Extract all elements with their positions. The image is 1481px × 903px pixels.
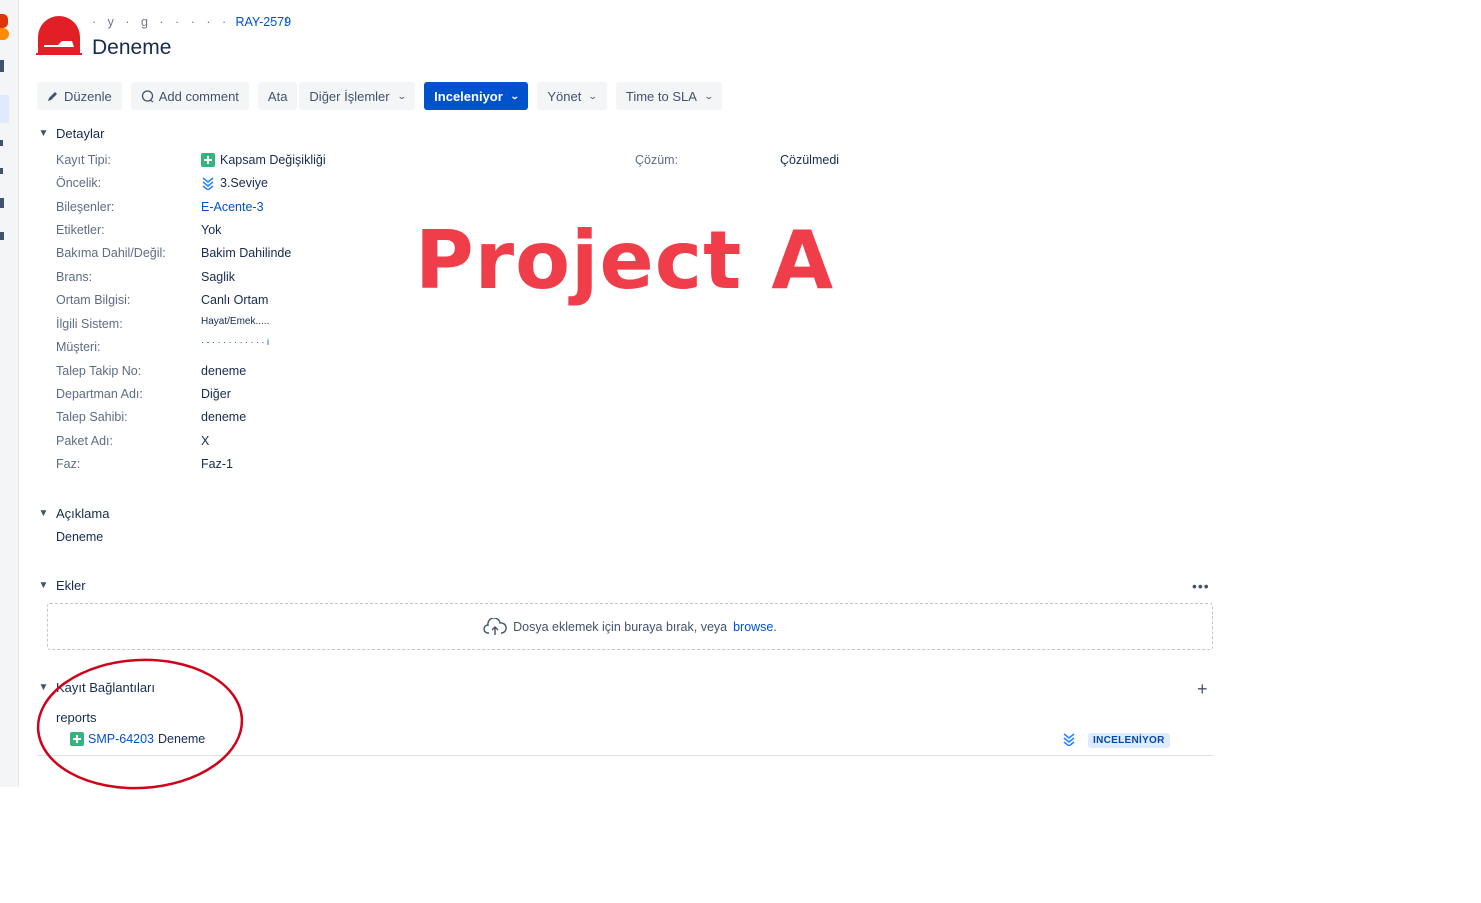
field-label: Talep Takip No: <box>56 364 142 378</box>
chevron-down-icon: ▼ <box>38 580 49 591</box>
chevron-down-icon: ⌄ <box>588 90 599 101</box>
field-label: Departman Adı: <box>56 387 143 401</box>
field-value-redacted: Hayat/Emek..... <box>201 316 270 327</box>
resolution-value: Çözülmedi <box>780 153 840 167</box>
field-row: Faz: Faz-1 <box>56 457 656 479</box>
field-value: Bakim Dahilinde <box>201 246 292 260</box>
field-value: deneme <box>201 410 247 424</box>
resolution-label: Çözüm: <box>635 153 679 167</box>
dropzone-period: . <box>773 619 777 634</box>
sidebar-nav-icon[interactable] <box>0 232 4 240</box>
description-section-toggle[interactable]: ▼ Açıklama <box>37 506 110 521</box>
priority-lowest-icon <box>1063 733 1075 746</box>
status-button[interactable]: Inceleniyor ⌄ <box>424 82 529 110</box>
browse-link[interactable]: browse <box>733 620 773 634</box>
sidebar-active-item[interactable] <box>0 95 9 123</box>
sidebar-nav-icon[interactable] <box>0 140 3 146</box>
time-to-sla-button[interactable]: Time to SLA ⌄ <box>615 82 723 110</box>
app-logo-icon[interactable] <box>0 14 8 28</box>
breadcrumb-issue-key[interactable]: RAY-2579 <box>235 15 291 29</box>
add-link-icon[interactable]: + <box>1197 679 1208 700</box>
chevron-down-icon: ⌄ <box>703 90 714 101</box>
description-text[interactable]: Deneme <box>56 530 103 544</box>
field-value-issue-type: Kapsam Değişikliği <box>201 153 326 167</box>
priority-text: 3.Seviye <box>220 176 268 190</box>
story-plus-icon <box>201 153 215 167</box>
field-label: Ortam Bilgisi: <box>56 293 131 307</box>
attachments-section-title: Ekler <box>56 578 86 593</box>
breadcrumb-project[interactable]: · y · g · · · · · · · · / <box>92 15 288 29</box>
field-label: Bileşenler: <box>56 200 115 214</box>
dropzone-text: Dosya eklemek için buraya bırak, veya <box>513 619 728 634</box>
field-value: Faz-1 <box>201 457 233 471</box>
description-section-title: Açıklama <box>56 506 110 521</box>
sidebar-nav-icon[interactable] <box>0 60 4 72</box>
field-value: X <box>201 434 210 448</box>
field-label: Öncelik: <box>56 176 102 190</box>
admin-button[interactable]: Yönet ⌄ <box>537 82 607 110</box>
component-link[interactable]: E-Acente-3 <box>201 200 264 214</box>
chevron-down-icon: ▼ <box>38 128 49 139</box>
field-row: Müşteri: · - · · · · · · · · · · i <box>56 337 656 362</box>
add-comment-button[interactable]: Add comment <box>130 82 249 110</box>
edit-button[interactable]: Düzenle <box>37 82 122 110</box>
issue-title[interactable]: Deneme <box>92 36 171 60</box>
chevron-down-icon: ⌄ <box>396 90 407 101</box>
chevron-down-icon: ⌄ <box>509 90 520 101</box>
field-row: Öncelik: 3.Seviye <box>56 176 656 198</box>
field-label: Paket Adı: <box>56 434 113 448</box>
add-comment-label: Add comment <box>158 88 239 104</box>
field-label: Etiketler: <box>56 223 105 237</box>
more-actions-button[interactable]: Diğer İşlemler ⌄ <box>299 82 416 110</box>
field-label: Müşteri: <box>56 340 101 354</box>
field-row: İlgili Sistem: Hayat/Emek..... <box>56 316 656 339</box>
field-label: Talep Sahibi: <box>56 410 128 424</box>
field-value: Saglik <box>201 270 236 284</box>
field-label: İlgili Sistem: <box>56 317 123 331</box>
field-label: Faz: <box>56 457 81 471</box>
issue-toolbar: Düzenle Add comment Ata Diğer İşlemler ⌄… <box>37 82 731 110</box>
more-options-icon[interactable]: ••• <box>1192 578 1210 594</box>
notification-badge-icon[interactable] <box>0 28 9 40</box>
field-row: Departman Adı: Diğer <box>56 387 656 409</box>
details-section-title: Detaylar <box>56 126 105 141</box>
field-value: deneme <box>201 364 247 378</box>
field-label: Bakıma Dahil/Değil: <box>56 246 166 260</box>
pencil-icon <box>48 92 57 101</box>
status-button-label: Inceleniyor <box>434 88 503 104</box>
sidebar-nav-icon[interactable] <box>0 198 4 208</box>
field-value: Canlı Ortam <box>201 293 269 307</box>
app-sidebar <box>0 0 19 787</box>
issue-type-text: Kapsam Değişikliği <box>220 153 326 167</box>
time-to-sla-label: Time to SLA <box>625 88 697 104</box>
assign-button[interactable]: Ata <box>257 82 298 110</box>
cloud-upload-icon <box>483 617 507 635</box>
project-avatar-icon[interactable] <box>36 13 82 57</box>
field-label: Brans: <box>56 270 93 284</box>
field-label: Kayıt Tipi: <box>56 153 111 167</box>
breadcrumb: · y · g · · · · · · · · / RAY-2579 <box>92 15 291 29</box>
comment-icon <box>141 89 154 103</box>
field-value-priority: 3.Seviye <box>201 176 268 190</box>
status-badge: INCELENİYOR <box>1088 733 1170 748</box>
chevron-down-icon: ▼ <box>38 508 49 519</box>
sidebar-nav-icon[interactable] <box>0 168 3 174</box>
field-row: Paket Adı: X <box>56 434 656 456</box>
customer-link-redacted[interactable]: · - · · · · · · · · · · i <box>201 337 269 347</box>
field-row: Talep Takip No: deneme <box>56 364 656 386</box>
admin-button-label: Yönet <box>547 88 582 104</box>
project-watermark: Project A <box>415 214 835 307</box>
field-row: Talep Sahibi: deneme <box>56 410 656 432</box>
edit-button-label: Düzenle <box>64 88 112 104</box>
field-value: Yok <box>201 223 222 237</box>
priority-lowest-icon <box>202 177 214 190</box>
field-value: Diğer <box>201 387 231 401</box>
attachments-section-toggle[interactable]: ▼ Ekler <box>37 578 86 593</box>
details-section-toggle[interactable]: ▼ Detaylar <box>37 126 105 141</box>
field-row: Kayıt Tipi: Kapsam Değişikliği <box>56 153 656 175</box>
more-actions-label: Diğer İşlemler <box>309 88 390 104</box>
attachment-dropzone[interactable]: Dosya eklemek için buraya bırak, veya br… <box>47 603 1213 650</box>
annotation-circle-icon <box>36 658 244 790</box>
